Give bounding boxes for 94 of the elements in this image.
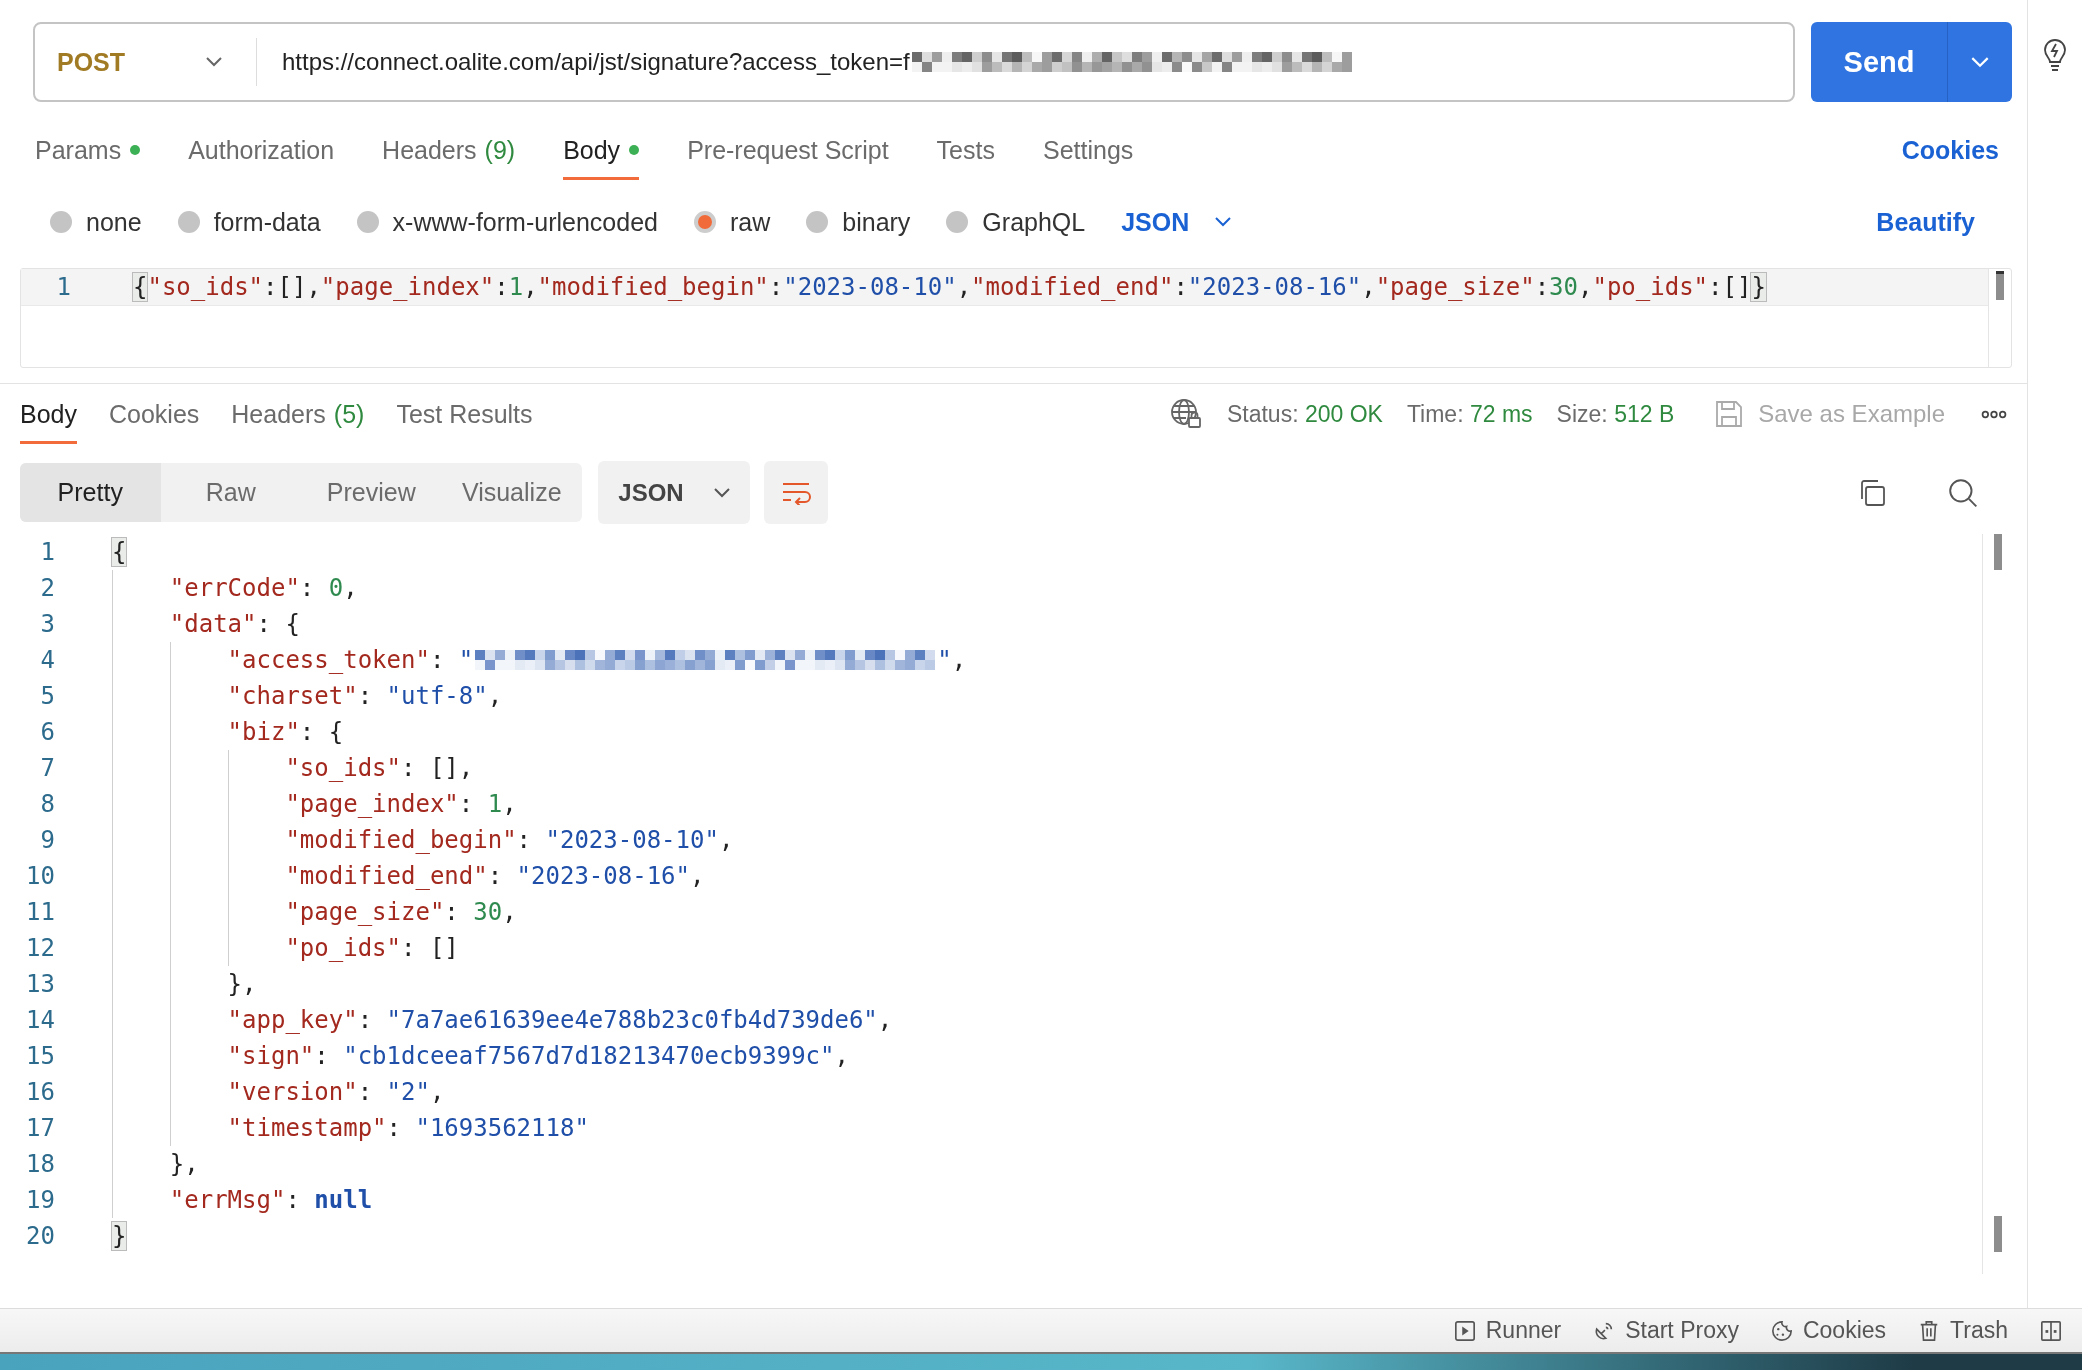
method-dropdown[interactable]: POST <box>35 38 257 86</box>
view-mode-tab[interactable]: Pretty <box>20 463 161 522</box>
code-line: }, <box>169 1149 199 1180</box>
line-number: 18 <box>25 1150 56 1178</box>
send-button[interactable]: Send <box>1811 22 1947 102</box>
scrollbar-thumb[interactable] <box>1993 534 2002 570</box>
response-meta: Size: 512 B <box>1556 400 1675 428</box>
request-tab[interactable]: Headers (9) <box>382 120 516 180</box>
status-bar-button[interactable]: Start Proxy <box>1593 1317 1739 1344</box>
code-line: "modified_begin": "2023-08-10", <box>285 825 734 856</box>
body-type-radio[interactable]: form-data <box>177 207 321 237</box>
view-mode-tab[interactable]: Preview <box>301 463 442 522</box>
code-line: "po_ids": [] <box>285 933 459 964</box>
code-line: }, <box>227 969 257 1000</box>
code-line: "errMsg": null <box>169 1185 373 1216</box>
more-icon[interactable] <box>1981 409 2007 419</box>
code-line: "modified_end": "2023-08-16", <box>285 861 705 892</box>
response-tab[interactable]: Cookies <box>109 384 200 444</box>
chevron-icon <box>1215 217 1232 227</box>
line-number: 1 <box>55 273 72 301</box>
url-field[interactable]: https://connect.oalite.com/api/jst/signature?access_token=f <box>257 38 1352 86</box>
request-tab[interactable]: Params <box>35 120 141 180</box>
body-type-radio[interactable]: binary <box>806 207 911 237</box>
line-number: 1 <box>39 538 56 566</box>
code-line: "timestamp": "1693562118" <box>227 1113 589 1144</box>
response-tab[interactable]: Headers (5) <box>231 384 365 444</box>
scrollbar-thumb[interactable] <box>1996 271 2004 300</box>
line-number: 7 <box>39 754 56 782</box>
body-type-radio[interactable]: raw <box>693 207 771 237</box>
line-number: 19 <box>25 1186 56 1214</box>
format-dropdown[interactable]: JSON <box>598 461 750 524</box>
chevron-icon <box>206 57 222 67</box>
line-number: 14 <box>25 1006 56 1034</box>
response-tab[interactable]: Test Results <box>396 384 533 444</box>
request-body-editor[interactable]: 1 {"so_ids":[],"page_index":1,"modified_begin":"2023-08-10","modified_end":"2023-08-16","page_size":30,"po_ids":[]} <box>20 268 2012 368</box>
status-bar-button[interactable]: Cookies <box>1770 1317 1887 1344</box>
response-tab[interactable]: Body <box>20 384 77 444</box>
line-number: 17 <box>25 1114 56 1142</box>
search-icon[interactable] <box>1947 476 1979 509</box>
request-tab[interactable]: Authorization <box>188 120 335 180</box>
scrollbar-thumb[interactable] <box>1993 1216 2002 1252</box>
line-number: 5 <box>39 682 56 710</box>
code-line: "errCode": 0, <box>169 573 358 604</box>
code-line: "sign": "cb1dceeaf7567d7d18213470ecb9399c", <box>227 1041 849 1072</box>
wrap-lines-button[interactable] <box>764 461 828 524</box>
wrap-lines-icon <box>781 480 811 505</box>
line-number: 12 <box>25 934 56 962</box>
line-number: 11 <box>25 898 56 926</box>
request-tab[interactable]: Body <box>563 120 640 180</box>
line-number: 6 <box>39 718 56 746</box>
globe-lock-icon[interactable] <box>1168 397 1203 431</box>
line-number: 20 <box>25 1222 56 1250</box>
play-icon <box>1453 1319 1476 1342</box>
code-line: ", <box>937 645 967 676</box>
code-line: "access_token": " <box>227 645 474 676</box>
format-dropdown[interactable]: JSON <box>1121 207 1232 237</box>
body-type-radio[interactable]: x-www-form-urlencoded <box>356 207 658 237</box>
request-tab[interactable]: Pre-request Script <box>687 120 889 180</box>
request-tab[interactable]: Tests <box>936 120 995 180</box>
line-number: 9 <box>39 826 56 854</box>
line-number: 13 <box>25 970 56 998</box>
layout-icon[interactable] <box>2040 1319 2062 1342</box>
cookies-link[interactable]: Cookies <box>1901 135 1999 165</box>
chevron-icon <box>1971 56 1989 68</box>
response-meta: Time: 72 ms <box>1406 400 1533 428</box>
code-line: {"so_ids":[],"page_index":1,"modified_begin":"2023-08-10","modified_end":"2023-08-16","page_size":30,"po_ids":[]} <box>133 272 1766 303</box>
code-line: "version": "2", <box>227 1077 445 1108</box>
line-number: 15 <box>25 1042 56 1070</box>
line-number: 16 <box>25 1078 56 1106</box>
line-number: 2 <box>39 574 56 602</box>
code-line: "biz": { <box>227 717 344 748</box>
chevron-icon <box>713 487 730 498</box>
code-line: "data": { <box>169 609 300 640</box>
code-line: "app_key": "7a7ae61639ee4e788b23c0fb4d739de6", <box>227 1005 893 1036</box>
save-icon <box>1714 399 1745 429</box>
response-meta: Status: 200 OK <box>1226 400 1383 428</box>
body-type-radio[interactable]: GraphQL <box>946 207 1086 237</box>
code-line: "page_size": 30, <box>285 897 517 928</box>
line-number: 8 <box>39 790 56 818</box>
line-number: 10 <box>25 862 56 890</box>
body-type-radio[interactable]: none <box>50 207 142 237</box>
status-bar-button[interactable]: Runner <box>1453 1317 1562 1344</box>
view-mode-tab[interactable]: Raw <box>160 463 301 522</box>
beautify-link[interactable]: Beautify <box>1876 207 1975 237</box>
status-bar-button[interactable]: Trash <box>1918 1317 2008 1344</box>
url-text: https://connect.oalite.com/api/jst/signature?access_token=f <box>282 48 910 76</box>
view-mode-tab[interactable]: Visualize <box>441 463 582 522</box>
line-number: 3 <box>39 610 56 638</box>
line-number: 4 <box>39 646 56 674</box>
cookie-icon <box>1770 1319 1793 1342</box>
code-line: "so_ids": [], <box>285 753 474 784</box>
code-line: "page_index": 1, <box>285 789 517 820</box>
code-line: "charset": "utf-8", <box>227 681 503 712</box>
request-tab[interactable]: Settings <box>1042 120 1134 180</box>
